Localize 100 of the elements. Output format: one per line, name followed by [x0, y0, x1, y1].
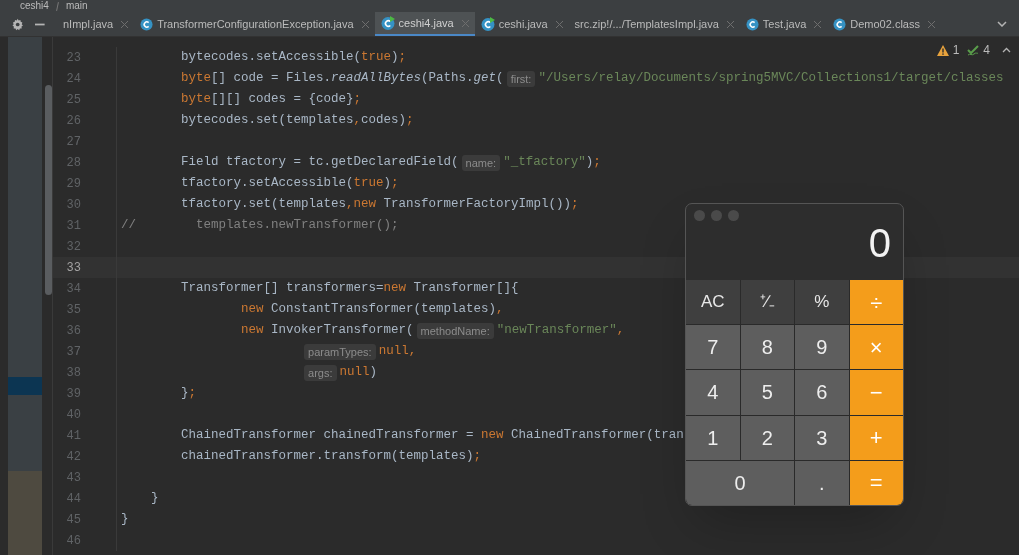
calculator-key[interactable]: 4 [686, 370, 740, 415]
code-comment: // templates.newTransformer(); [121, 217, 399, 235]
class-icon [745, 17, 759, 31]
line-number: 37 [65, 343, 81, 361]
code-token: Field tfactory = tc.getDeclaredField( [181, 154, 459, 172]
code-token: tfactory.setAccessible( [181, 175, 354, 193]
close-icon[interactable] [814, 20, 822, 28]
calculator-key[interactable]: 8 [740, 325, 794, 370]
calculator-key[interactable]: AC [686, 280, 740, 325]
line-number: 39 [65, 385, 81, 403]
line-number: 26 [65, 112, 81, 130]
close-icon[interactable] [361, 20, 369, 28]
parameter-hint: paramTypes: [304, 343, 376, 360]
check-icon[interactable] [967, 44, 980, 56]
code-token: new [241, 322, 264, 340]
change-marker [8, 377, 42, 395]
code-token: chainedTransformer.transform(templates) [181, 448, 474, 466]
settings-icon[interactable] [12, 17, 24, 31]
code-token: InvokerTransformer( [271, 322, 414, 340]
calculator-key[interactable]: 7 [686, 325, 740, 370]
code-token: [][] codes = {code} [211, 91, 354, 109]
line-number: 43 [65, 469, 81, 487]
code-token: bytecodes.set(templates [181, 112, 354, 130]
code-token: ,new [346, 196, 377, 214]
code-token: ; [398, 49, 407, 67]
warning-count: 1 [952, 42, 960, 59]
chevron-down-icon[interactable] [997, 21, 1007, 27]
code-token: Transformer[]{ [413, 280, 519, 298]
code-token: byte [181, 70, 212, 88]
code-token: } [151, 490, 159, 508]
close-icon[interactable] [555, 20, 563, 28]
close-icon[interactable] [121, 20, 129, 28]
editor-tab[interactable]: Test.java [739, 12, 828, 36]
close-icon[interactable] [461, 19, 469, 27]
code-token: ) [383, 175, 392, 193]
calculator-key[interactable]: 2 [740, 415, 794, 460]
editor-tab[interactable]: src.zip!/.../TemplatesImpl.java [568, 12, 740, 36]
calculator-key[interactable]: % [795, 280, 849, 325]
line-number: 29 [65, 175, 81, 193]
parameter-hint: args: [304, 364, 337, 381]
code-token: , [616, 322, 625, 340]
line-number: 42 [65, 448, 81, 466]
line-number: 28 [65, 154, 81, 172]
code-token: new [241, 301, 264, 319]
line-number: 40 [65, 406, 81, 424]
window-control[interactable] [694, 210, 705, 221]
calculator-key[interactable]: 3 [795, 415, 849, 460]
code-token: tfactory.set(templates [181, 196, 347, 214]
code-token: ) [585, 154, 594, 172]
calculator-key[interactable]: 0 [686, 460, 794, 505]
code-token: ConstantTransformer(templates) [271, 301, 497, 319]
class-icon [833, 17, 847, 31]
line-number: 46 [65, 532, 81, 550]
code-token: [] code = Files. [211, 70, 332, 88]
editor-tab[interactable]: TransformerConfigurationException.java [134, 12, 375, 36]
line-number: 27 [65, 133, 81, 151]
close-icon[interactable] [928, 20, 935, 28]
calculator-key[interactable]: 9 [795, 325, 849, 370]
code-token: ) [391, 49, 399, 67]
line-number: 23 [65, 49, 81, 67]
editor-tab[interactable]: nImpl.java [57, 12, 135, 36]
code-token: , [496, 301, 504, 319]
calculator-key[interactable]: ⁺∕₋ [740, 280, 794, 325]
window-control[interactable] [711, 210, 722, 221]
editor-tab[interactable]: ceshi.java [474, 12, 569, 36]
editor-tab[interactable]: Demo02.class [827, 12, 941, 36]
warning-icon[interactable] [936, 44, 949, 56]
code-token: "newTransformer" [496, 322, 617, 340]
code-token: null, [378, 343, 417, 361]
code-token: ; [473, 448, 482, 466]
code-token: null [339, 364, 370, 382]
calculator-display: 0 [868, 223, 892, 263]
code-token: ; [406, 112, 414, 130]
line-number: 36 [65, 322, 81, 340]
close-icon[interactable] [726, 20, 734, 28]
parameter-hint: first: [506, 70, 536, 87]
line-number: 24 [65, 70, 81, 88]
calculator-key[interactable]: 6 [795, 370, 849, 415]
line-number: 41 [65, 427, 81, 445]
chevron-up-icon[interactable] [1002, 47, 1011, 53]
code-token: , [353, 112, 362, 130]
runnable-class-icon [480, 17, 495, 31]
code-token: } [181, 385, 189, 403]
class-icon [140, 17, 154, 31]
code-token: "_tfactory" [503, 154, 586, 172]
code-token: readAllBytes [331, 70, 422, 88]
minimize-icon[interactable] [35, 22, 45, 26]
window-control[interactable] [728, 210, 739, 221]
breadcrumb-item[interactable]: main [65, 1, 88, 11]
calculator-key[interactable]: . [795, 460, 849, 505]
scrollbar-thumb[interactable] [45, 85, 52, 295]
breadcrumb-item[interactable]: ceshi4 [20, 1, 49, 11]
calculator-key[interactable]: 5 [740, 370, 794, 415]
line-number: 31 [65, 217, 81, 235]
code-token: true [353, 175, 384, 193]
code-token: true [361, 49, 392, 67]
calculator-key[interactable]: 1 [686, 415, 740, 460]
editor-tab[interactable]: ceshi4.java [374, 12, 475, 36]
code-token: new [481, 427, 504, 445]
code-token: ; [353, 91, 362, 109]
